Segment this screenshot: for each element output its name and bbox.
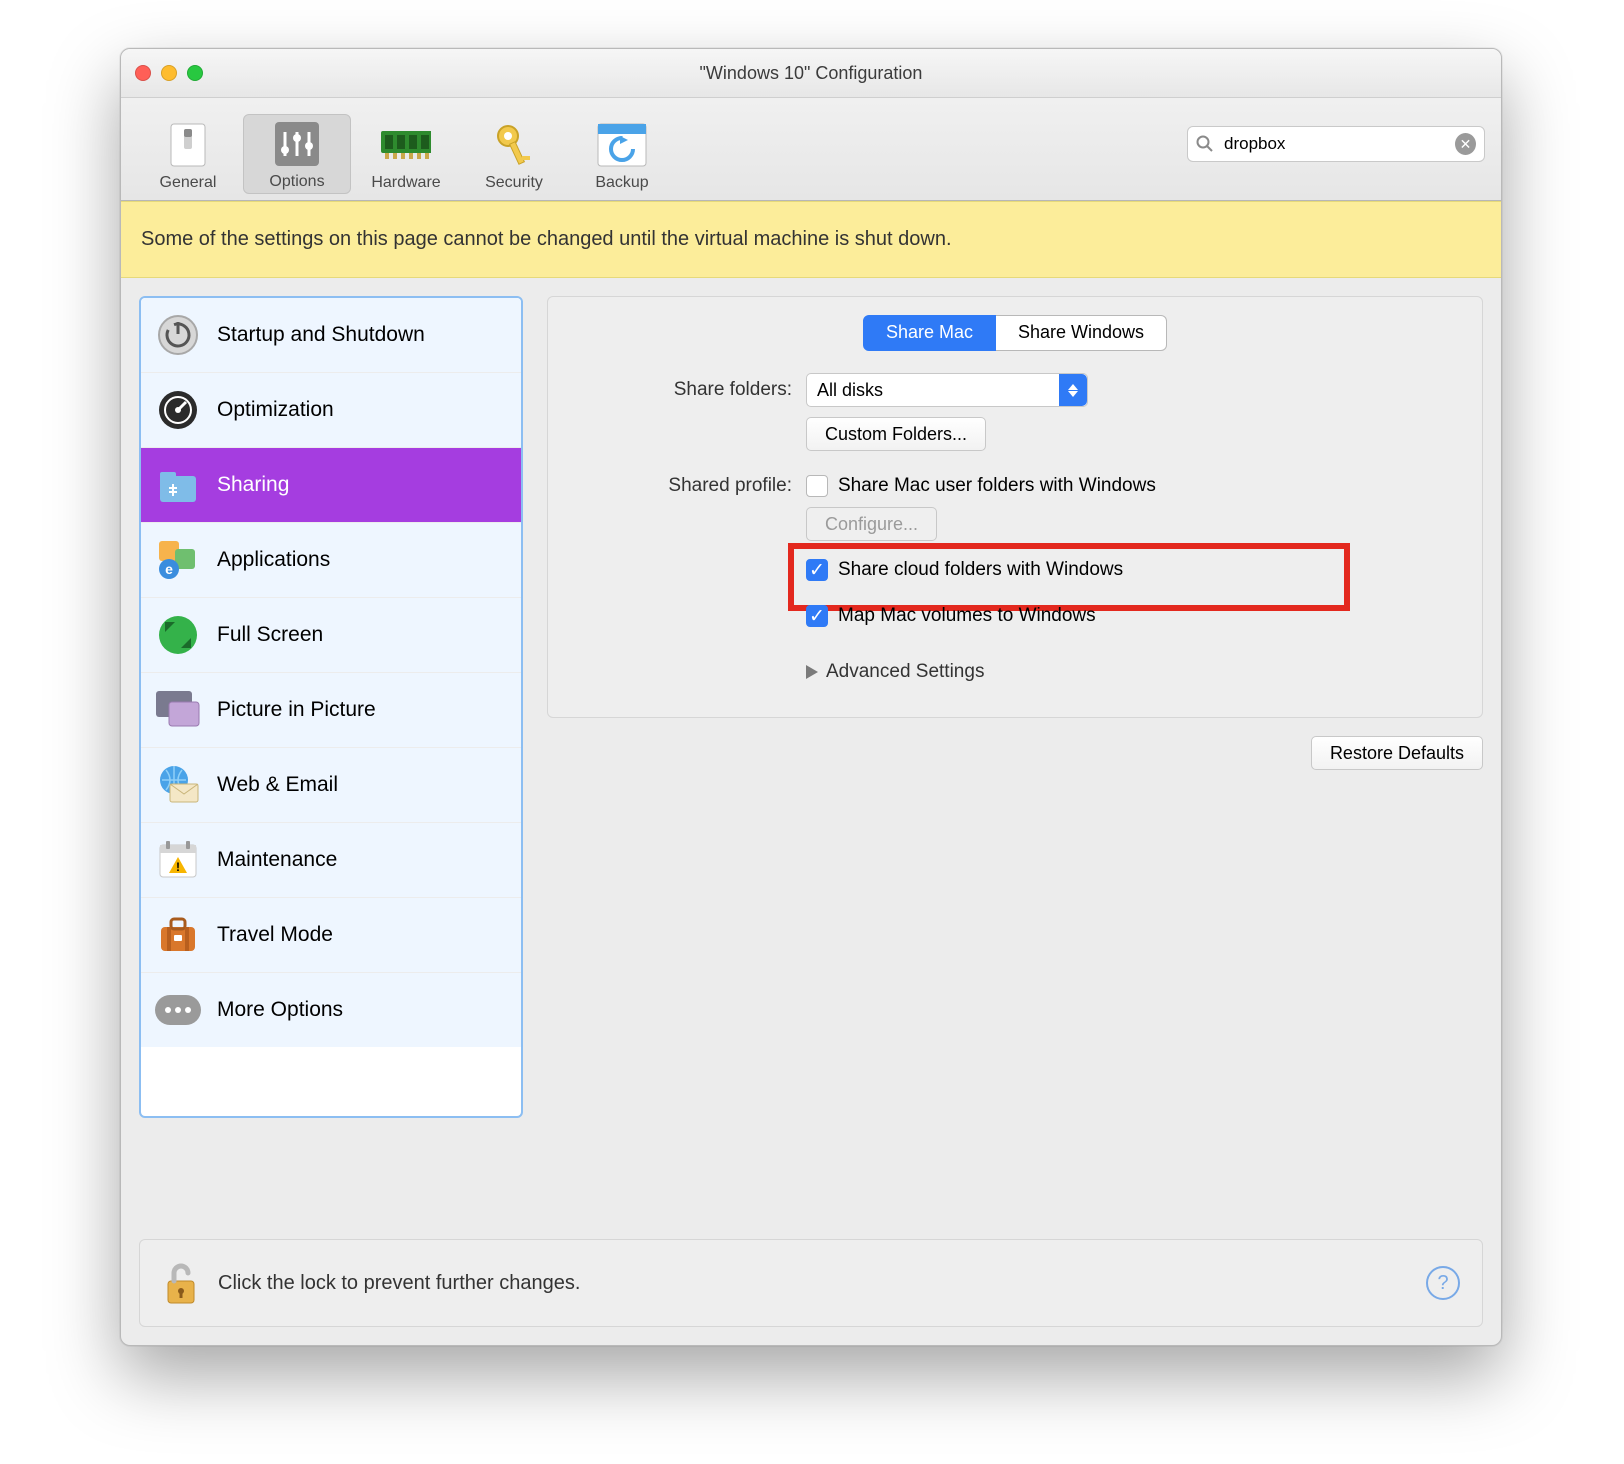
sidebar-item-label: Picture in Picture: [217, 698, 376, 722]
toolbar-label: General: [160, 174, 217, 192]
sidebar-item-pip[interactable]: Picture in Picture: [141, 673, 521, 748]
sidebar-item-label: Maintenance: [217, 848, 337, 872]
sidebar-item-web-email[interactable]: Web & Email: [141, 748, 521, 823]
checkbox-checked-icon: ✓: [806, 605, 828, 627]
map-volumes-label: Map Mac volumes to Windows: [838, 605, 1096, 627]
search-icon: [1196, 135, 1214, 153]
clear-search-button[interactable]: ✕: [1455, 133, 1476, 155]
close-window-button[interactable]: [135, 65, 151, 81]
toolbar-label: Options: [269, 173, 324, 191]
body: Startup and Shutdown Optimization Sharin…: [121, 278, 1501, 1128]
tab-share-windows[interactable]: Share Windows: [996, 315, 1167, 351]
minimize-window-button[interactable]: [161, 65, 177, 81]
sidebar-item-label: Travel Mode: [217, 923, 333, 947]
config-window: "Windows 10" Configuration General Optio…: [120, 48, 1502, 1346]
toolbar-general[interactable]: General: [135, 116, 241, 194]
share-cloud-checkbox[interactable]: ✓ Share cloud folders with Windows: [806, 559, 1123, 581]
shared-folder-icon: [155, 462, 201, 508]
apps-icon: e: [155, 537, 201, 583]
share-panel: Share Mac Share Windows Share folders: A…: [547, 296, 1483, 718]
titlebar: "Windows 10" Configuration: [121, 49, 1501, 98]
checkbox-checked-icon: ✓: [806, 559, 828, 581]
warning-banner: Some of the settings on this page cannot…: [121, 201, 1501, 278]
power-icon: [155, 312, 201, 358]
toolbar-label: Security: [485, 174, 543, 192]
map-volumes-checkbox[interactable]: ✓ Map Mac volumes to Windows: [806, 605, 1096, 627]
tab-share-mac[interactable]: Share Mac: [863, 315, 996, 351]
share-user-folders-label: Share Mac user folders with Windows: [838, 475, 1156, 497]
share-folders-value: All disks: [817, 380, 883, 401]
sidebar-item-label: Applications: [217, 548, 330, 572]
sidebar-item-maintenance[interactable]: ! Maintenance: [141, 823, 521, 898]
zoom-window-button[interactable]: [187, 65, 203, 81]
toolbar-hardware[interactable]: Hardware: [353, 116, 459, 194]
custom-folders-button[interactable]: Custom Folders...: [806, 417, 986, 451]
toolbar: General Options Hardware Security: [121, 98, 1501, 201]
sidebar-item-optimization[interactable]: Optimization: [141, 373, 521, 448]
calendar-warning-icon: !: [155, 837, 201, 883]
search-input[interactable]: [1222, 133, 1447, 155]
suitcase-icon: [155, 912, 201, 958]
window-title: "Windows 10" Configuration: [700, 63, 923, 84]
share-folders-select[interactable]: All disks: [806, 373, 1088, 407]
key-icon: [489, 120, 539, 170]
help-button[interactable]: ?: [1426, 1266, 1460, 1300]
sidebar-item-label: Optimization: [217, 398, 334, 422]
footer-text: Click the lock to prevent further change…: [218, 1272, 580, 1295]
checkbox-icon: [806, 475, 828, 497]
sidebar-item-travel[interactable]: Travel Mode: [141, 898, 521, 973]
restore-defaults-button[interactable]: Restore Defaults: [1311, 736, 1483, 770]
sidebar-item-label: More Options: [217, 998, 343, 1022]
ram-icon: [381, 120, 431, 170]
chevron-updown-icon: [1059, 374, 1087, 406]
svg-text:!: !: [176, 860, 180, 874]
share-user-folders-checkbox[interactable]: Share Mac user folders with Windows: [806, 475, 1156, 497]
fullscreen-icon: [155, 612, 201, 658]
toolbar-label: Backup: [595, 174, 648, 192]
switch-icon: [163, 120, 213, 170]
shared-profile-label: Shared profile:: [572, 475, 806, 497]
sidebar-item-startup[interactable]: Startup and Shutdown: [141, 298, 521, 373]
sidebar-item-applications[interactable]: e Applications: [141, 523, 521, 598]
ellipsis-icon: [155, 987, 201, 1033]
pip-icon: [155, 687, 201, 733]
gauge-icon: [155, 387, 201, 433]
main: Share Mac Share Windows Share folders: A…: [547, 296, 1483, 1118]
backup-icon: [597, 120, 647, 170]
sliders-icon: [272, 119, 322, 169]
disclosure-triangle-icon: [806, 665, 818, 679]
sidebar: Startup and Shutdown Optimization Sharin…: [139, 296, 523, 1118]
sidebar-item-label: Web & Email: [217, 773, 338, 797]
window-controls: [135, 65, 203, 81]
share-folders-label: Share folders:: [572, 379, 806, 401]
sidebar-item-label: Sharing: [217, 473, 289, 497]
sidebar-item-fullscreen[interactable]: Full Screen: [141, 598, 521, 673]
advanced-settings-label: Advanced Settings: [826, 661, 984, 683]
sidebar-item-more[interactable]: More Options: [141, 973, 521, 1047]
sidebar-item-label: Startup and Shutdown: [217, 323, 425, 347]
globe-mail-icon: [155, 762, 201, 808]
advanced-settings-disclosure[interactable]: Advanced Settings: [806, 661, 984, 683]
toolbar-options[interactable]: Options: [243, 114, 351, 194]
sidebar-item-sharing[interactable]: Sharing: [141, 448, 521, 523]
sidebar-item-label: Full Screen: [217, 623, 323, 647]
toolbar-security[interactable]: Security: [461, 116, 567, 194]
svg-text:e: e: [165, 561, 173, 577]
share-cloud-label: Share cloud folders with Windows: [838, 559, 1123, 581]
toolbar-label: Hardware: [371, 174, 440, 192]
lock-icon[interactable]: [162, 1259, 200, 1307]
share-tab-switcher: Share Mac Share Windows: [572, 315, 1458, 351]
footer: Click the lock to prevent further change…: [139, 1239, 1483, 1327]
configure-button[interactable]: Configure...: [806, 507, 937, 541]
toolbar-backup[interactable]: Backup: [569, 116, 675, 194]
search-field[interactable]: ✕: [1187, 126, 1485, 162]
